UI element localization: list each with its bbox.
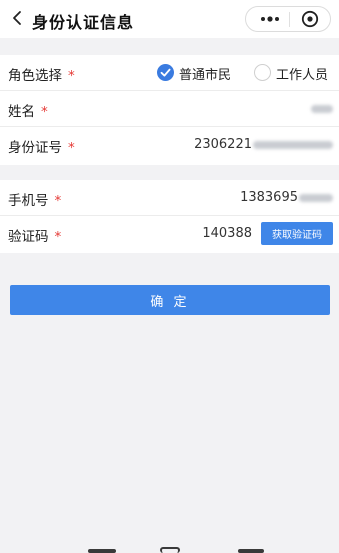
- page-title: 身份认证信息: [32, 13, 135, 32]
- target-icon[interactable]: [301, 10, 319, 28]
- name-field[interactable]: [310, 101, 333, 116]
- code-label: 验证码 *: [8, 229, 62, 245]
- required-mark: *: [68, 140, 75, 156]
- radio-checked-icon: [157, 64, 174, 81]
- id-number-field[interactable]: 2306221: [194, 137, 333, 152]
- phone-row: 手机号 * 1383695: [0, 180, 339, 216]
- radio-staff[interactable]: 工作人员: [254, 63, 334, 83]
- required-mark: *: [68, 68, 75, 84]
- nav-bar-segment: [88, 549, 116, 553]
- identity-card: 角色选择 * 普通市民 工作人员 姓名 * 身份证号 * 2306221: [0, 55, 339, 165]
- phone-field[interactable]: 1383695: [240, 190, 333, 205]
- more-dots-icon[interactable]: [258, 11, 282, 27]
- get-code-button[interactable]: 获取验证码: [261, 222, 333, 245]
- id-number-row: 身份证号 * 2306221: [0, 127, 339, 163]
- radio-staff-label: 工作人员: [276, 68, 329, 83]
- required-mark: *: [54, 229, 62, 245]
- blurred-value: [253, 140, 333, 149]
- capsule-divider: [289, 12, 290, 27]
- id-number-label: 身份证号 *: [8, 140, 75, 156]
- code-row: 验证码 * 140388 获取验证码: [0, 216, 339, 252]
- navbar: 身份认证信息: [0, 0, 339, 38]
- name-label: 姓名 *: [8, 104, 48, 120]
- required-mark: *: [41, 104, 48, 120]
- radio-unchecked-icon: [254, 64, 271, 81]
- radio-citizen-label: 普通市民: [179, 68, 232, 83]
- mini-program-capsule: [245, 6, 331, 32]
- blurred-value: [311, 104, 333, 113]
- phone-card: 手机号 * 1383695 验证码 * 140388 获取验证码: [0, 180, 339, 253]
- chevron-left-icon[interactable]: [8, 8, 28, 28]
- role-radio-group: 普通市民 工作人员: [157, 63, 333, 83]
- code-input[interactable]: 140388: [202, 226, 252, 241]
- blurred-value: [299, 193, 333, 202]
- role-label: 角色选择 *: [8, 68, 75, 84]
- name-row: 姓名 *: [0, 91, 339, 127]
- phone-label: 手机号 *: [8, 193, 62, 209]
- system-nav-bar: [0, 545, 339, 553]
- radio-citizen[interactable]: 普通市民: [157, 63, 245, 83]
- nav-bar-segment: [238, 549, 264, 553]
- required-mark: *: [54, 193, 62, 209]
- role-row: 角色选择 * 普通市民 工作人员: [0, 55, 339, 91]
- nav-bar-segment: [160, 547, 180, 553]
- confirm-button[interactable]: 确 定: [10, 285, 330, 315]
